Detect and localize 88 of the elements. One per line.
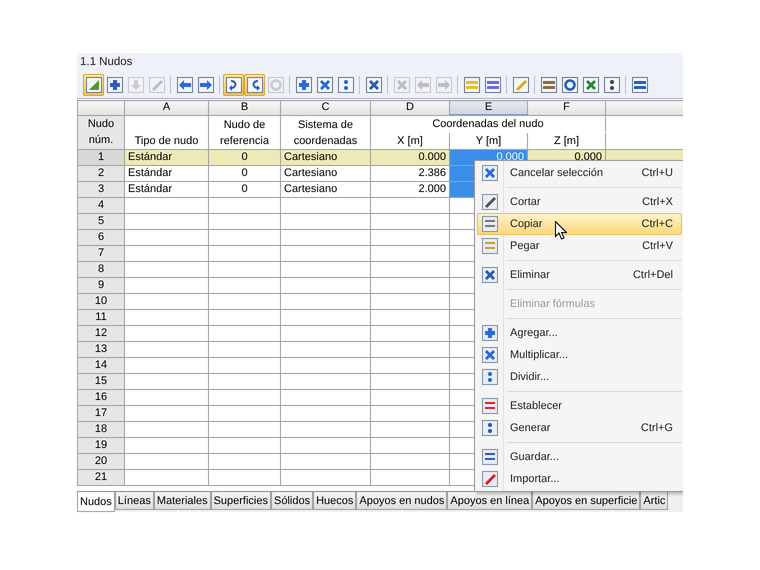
row-number[interactable]: 6 (78, 230, 124, 246)
sheet-tab[interactable]: Nudos (77, 492, 115, 512)
row-number[interactable]: 17 (78, 406, 124, 422)
row-number[interactable]: 10 (78, 294, 124, 310)
column-heading: núm. (88, 133, 114, 148)
row-number[interactable]: 19 (78, 438, 124, 454)
menu-item[interactable]: Eliminar Ctrl+Del (477, 264, 682, 286)
menu-item[interactable]: Importar... (477, 468, 682, 490)
row-number[interactable]: 21 (78, 470, 124, 486)
column-heading: referencia (219, 134, 270, 149)
column-letter[interactable]: E (450, 100, 528, 115)
menu-item[interactable]: Agregar... (477, 322, 682, 344)
column-heading: Z [m] (528, 132, 606, 150)
toolbar-button[interactable] (83, 74, 104, 96)
row-number[interactable]: 20 (78, 454, 124, 470)
cross-icon (482, 267, 498, 283)
table-cell: 0.000 (370, 150, 450, 166)
column-letter[interactable]: F (528, 100, 606, 115)
arrow-left-icon (176, 76, 192, 92)
row-number[interactable]: 4 (78, 198, 124, 214)
column-heading: Nudo de (222, 118, 266, 133)
row-number[interactable]: 2 (78, 166, 124, 182)
column-letter[interactable]: D (370, 100, 450, 115)
sheet-tab[interactable]: Artic (640, 492, 668, 510)
cross-icon (394, 76, 410, 92)
arrow-right-icon (436, 76, 452, 92)
plus-icon (296, 76, 312, 92)
group-heading: Coordenadas del nudo (370, 115, 606, 132)
row-number[interactable]: 15 (78, 374, 124, 390)
row-number[interactable]: 11 (78, 310, 124, 326)
row-number[interactable]: 8 (78, 262, 124, 278)
sheet-tab[interactable]: Apoyos en nudos (356, 492, 448, 510)
panel-title: 1.1 Nudos (77, 53, 683, 71)
table-cell: Estándar (124, 182, 208, 198)
row-number[interactable]: 14 (78, 358, 124, 374)
toolbar-button[interactable] (244, 74, 265, 96)
dots-icon (482, 369, 498, 385)
cross-icon (366, 76, 382, 92)
row-number[interactable]: 1 (78, 150, 124, 166)
table-cell: Estándar (124, 166, 208, 182)
column-heading: Sistema de (296, 118, 354, 133)
table-cell: Cartesiano (280, 182, 370, 198)
dots-icon (338, 76, 354, 92)
column-letter[interactable]: A (124, 100, 208, 115)
menu-item[interactable]: Establecer (477, 395, 682, 417)
sheet-tab[interactable]: Apoyos en superficie (532, 492, 640, 510)
table-cell: Cartesiano (280, 150, 370, 166)
row-number[interactable]: 7 (78, 246, 124, 262)
row-number[interactable]: 5 (78, 214, 124, 230)
arrow-left-icon (414, 76, 430, 92)
row-number[interactable]: 9 (78, 278, 124, 294)
column-letter[interactable]: C (280, 100, 370, 115)
column-heading: Tipo de nudo (134, 134, 200, 149)
table-cell: Cartesiano (280, 166, 370, 182)
sheet-tab[interactable]: Huecos (313, 492, 356, 510)
plus-icon (482, 325, 498, 341)
cursor-icon (555, 221, 567, 240)
table-cell: 0 (208, 166, 280, 182)
table-cell: 2.000 (370, 182, 450, 198)
menu-item[interactable]: Generar Ctrl+G (477, 417, 682, 439)
menu-item[interactable]: Pegar Ctrl+V (477, 235, 682, 257)
sheet-tab[interactable]: Superficies (210, 492, 271, 510)
row-number[interactable]: 3 (78, 182, 124, 198)
menu-item[interactable]: Dividir... (477, 366, 682, 388)
sheet-tab[interactable]: Sólidos (271, 492, 314, 510)
row-number[interactable]: 12 (78, 326, 124, 342)
column-heading: coordenadas (292, 134, 358, 149)
row-number[interactable]: 13 (78, 342, 124, 358)
row-number[interactable]: 16 (78, 390, 124, 406)
menu-item[interactable]: Cortar Ctrl+X (477, 191, 682, 213)
sheet-tab[interactable]: Líneas (114, 492, 154, 510)
column-heading: X [m] (370, 132, 450, 150)
column-heading: Nudo (86, 117, 116, 132)
menu-item[interactable]: Copiar Ctrl+C (477, 213, 682, 235)
sheet-tab[interactable]: Materiales (154, 492, 211, 510)
toolbar-button[interactable] (223, 74, 244, 96)
table-cell: 2.386 (370, 166, 450, 182)
menu-item[interactable]: Multiplicar... (477, 344, 682, 366)
table-cell: 0 (208, 182, 280, 198)
table-cell: 0 (208, 150, 280, 166)
column-letter[interactable]: B (208, 100, 280, 115)
column-heading: Y [m] (450, 132, 528, 150)
arrow-right-icon (198, 76, 214, 92)
table-cell: Estándar (124, 150, 208, 166)
menu-item[interactable]: Guardar... (477, 446, 682, 468)
table-down-icon (128, 76, 144, 92)
row-number[interactable]: 18 (78, 422, 124, 438)
sheet-tab[interactable]: Apoyos en línea (447, 492, 532, 510)
